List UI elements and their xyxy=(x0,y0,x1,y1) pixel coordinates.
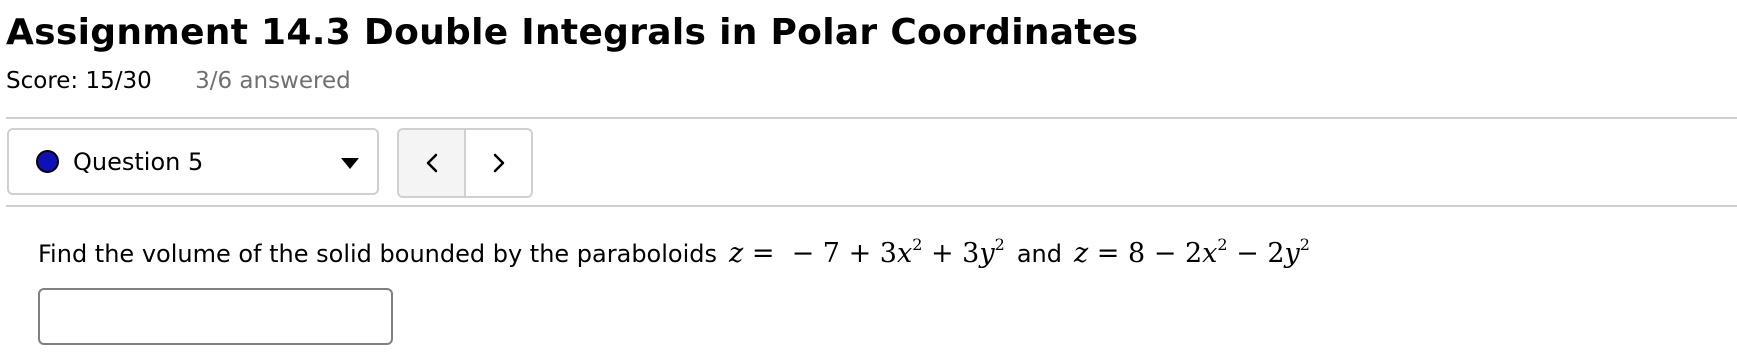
paraboloid-2-equation: z = 8 − 2x2 − 2y2 xyxy=(1073,235,1310,270)
answered-count: 3/6 answered xyxy=(195,68,351,94)
previous-question-button[interactable] xyxy=(399,130,466,196)
divider xyxy=(6,117,1737,119)
chevron-left-icon xyxy=(426,153,437,173)
chevron-right-icon xyxy=(493,153,504,173)
question-status-dot xyxy=(36,150,59,173)
score-text: Score: 15/30 xyxy=(6,68,152,94)
next-question-button[interactable] xyxy=(466,130,531,196)
question-prompt: Find the volume of the solid bounded by … xyxy=(38,240,717,268)
divider xyxy=(6,205,1737,207)
score-row: Score: 15/30 3/6 answered xyxy=(6,68,351,94)
question-text: Find the volume of the solid bounded by … xyxy=(38,235,1322,270)
question-select-label: Question 5 xyxy=(73,147,204,176)
paraboloid-1-equation: z = − 7 + 3x2 + 3y2 xyxy=(729,235,1005,270)
caret-down-icon xyxy=(341,158,359,169)
question-select[interactable]: Question 5 xyxy=(7,128,379,195)
answer-input[interactable] xyxy=(38,288,393,345)
page-title: Assignment 14.3 Double Integrals in Pola… xyxy=(6,12,1139,53)
question-nav-group xyxy=(397,128,533,198)
question-connector: and xyxy=(1016,240,1062,268)
